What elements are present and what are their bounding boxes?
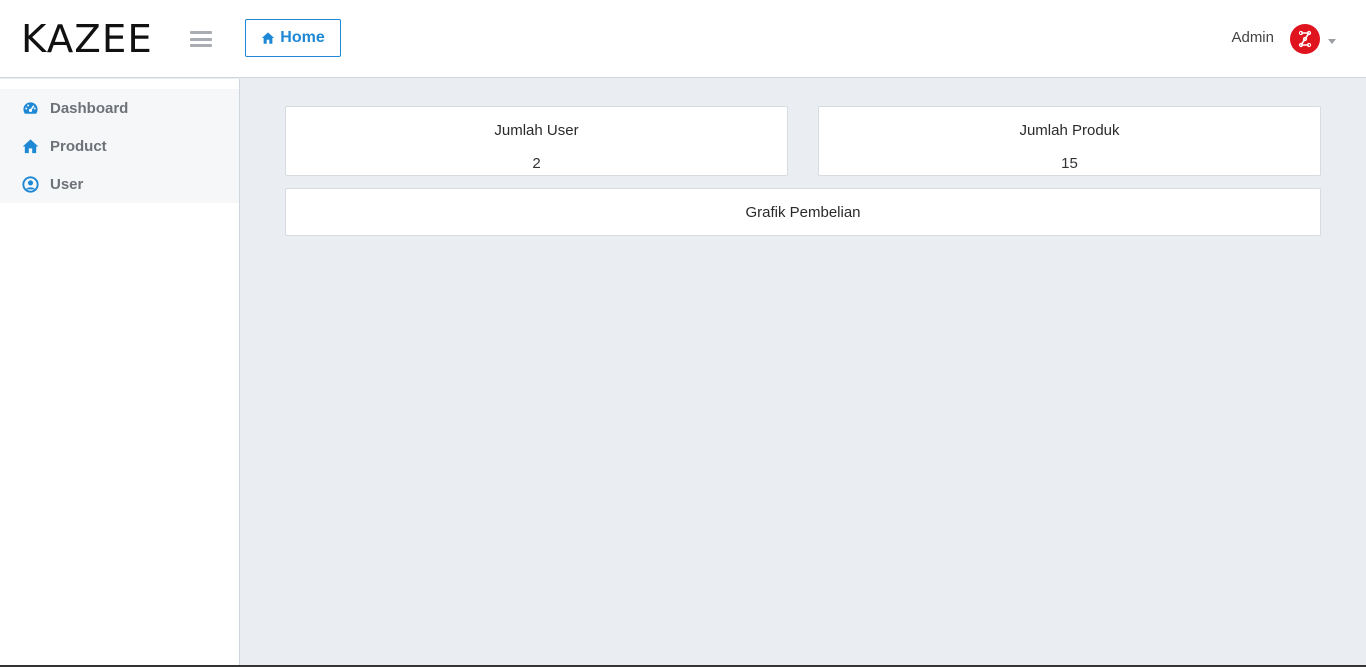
home-icon [22, 138, 39, 153]
home-button-label: Home [280, 29, 325, 46]
sidebar-menu: Dashboard Product User [0, 89, 239, 203]
stat-value: 2 [532, 155, 541, 172]
sidebar-item-label: Product [50, 137, 107, 155]
user-name: Admin [1231, 28, 1274, 46]
chart-panel-title: Grafik Pembelian [745, 204, 861, 221]
top-navbar: KAZEE Home Admin [0, 0, 1366, 78]
dashboard-icon [23, 101, 38, 114]
user-menu[interactable]: Admin [1231, 22, 1336, 56]
sidebar-item-user[interactable]: User [0, 165, 239, 203]
stat-card-user: Jumlah User 2 [285, 106, 788, 176]
home-button[interactable]: Home [245, 19, 341, 57]
sidebar-item-dashboard[interactable]: Dashboard [0, 89, 239, 127]
chart-panel: Grafik Pembelian [285, 188, 1321, 236]
sidebar-item-label: User [50, 175, 84, 193]
user-circle-icon [22, 175, 39, 193]
brand-logo[interactable]: KAZEE [21, 17, 153, 61]
home-icon [262, 32, 275, 44]
sidebar-item-product[interactable]: Product [0, 127, 239, 165]
menu-toggle-icon[interactable] [190, 31, 212, 47]
stat-title: Jumlah User [494, 122, 579, 139]
chevron-down-icon [1328, 38, 1336, 44]
avatar [1290, 24, 1320, 54]
sidebar: Dashboard Product User [0, 79, 240, 667]
avatar-logo-icon [1298, 30, 1312, 48]
sidebar-item-label: Dashboard [50, 99, 129, 117]
stat-title: Jumlah Produk [1019, 122, 1120, 139]
stat-card-produk: Jumlah Produk 15 [818, 106, 1321, 176]
stat-value: 15 [1061, 155, 1078, 172]
